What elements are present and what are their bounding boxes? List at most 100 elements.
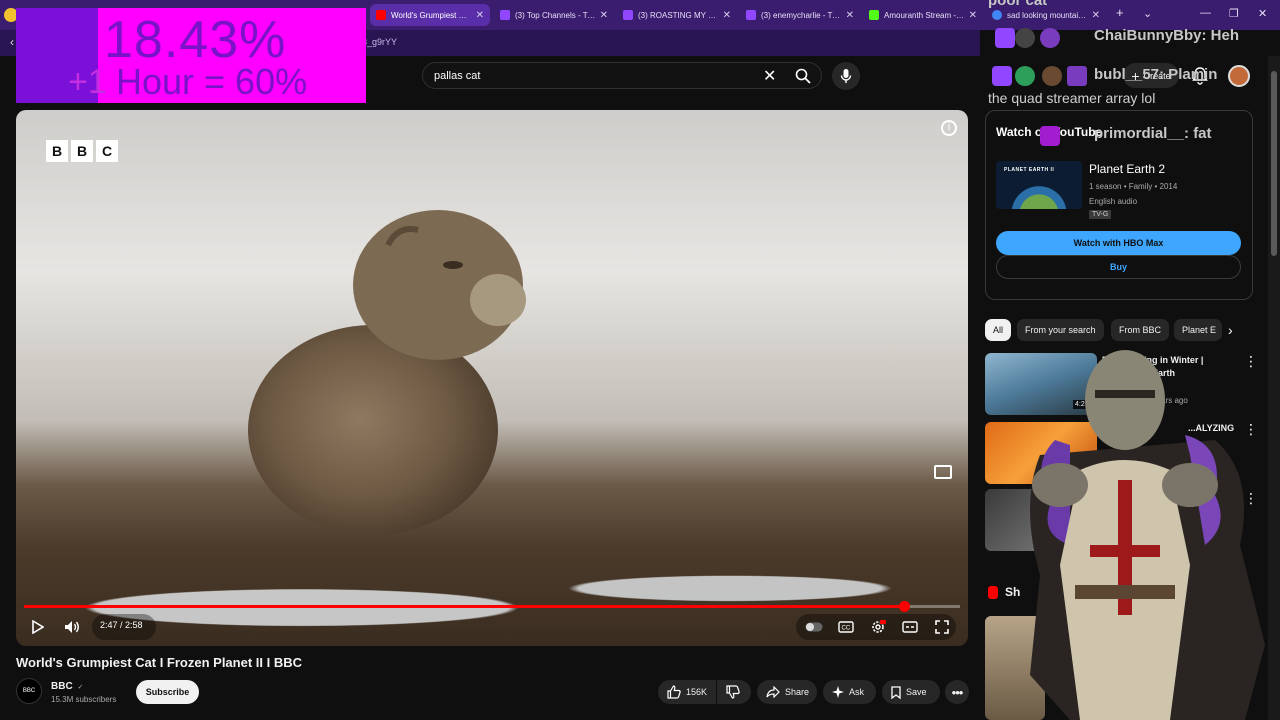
- progress-scrubber[interactable]: [898, 601, 910, 612]
- chip-all[interactable]: All: [985, 319, 1012, 341]
- chat-badge-icon: [1042, 66, 1062, 86]
- subscribe-button[interactable]: Subscribe: [136, 680, 199, 704]
- chat-badge-icon: [1015, 28, 1035, 48]
- tab-title: (3) enemycharlie - Twitc: [761, 10, 842, 20]
- fullscreen-icon: [935, 620, 949, 634]
- show-title[interactable]: Planet Earth 2: [1089, 162, 1165, 176]
- verified-badge-icon: ✓: [77, 684, 84, 691]
- watch-with-hbo-max-button[interactable]: Watch with HBO Max: [996, 231, 1241, 255]
- tab-amouranth[interactable]: Amouranth Stream - W ✕: [863, 4, 983, 26]
- close-tab-icon[interactable]: ✕: [600, 10, 608, 21]
- settings-button[interactable]: [866, 614, 890, 640]
- chat-username-message: primordial__: fat: [1094, 125, 1212, 142]
- close-tab-icon[interactable]: ✕: [723, 10, 731, 21]
- more-actions-button[interactable]: •••: [945, 680, 969, 704]
- twitch-icon: [500, 10, 510, 20]
- miniplayer-icon[interactable]: [934, 465, 952, 479]
- kick-icon: [869, 10, 879, 20]
- like-button[interactable]: 156K: [658, 680, 716, 704]
- chevron-right-icon[interactable]: ›: [1228, 322, 1233, 338]
- chip-from-your-search[interactable]: From your search: [1017, 319, 1104, 341]
- share-button[interactable]: Share: [757, 680, 817, 704]
- restore-icon[interactable]: ❐: [1229, 7, 1239, 20]
- close-window-icon[interactable]: ✕: [1258, 7, 1267, 20]
- user-avatar[interactable]: [1228, 65, 1250, 87]
- search-query[interactable]: pallas cat: [434, 70, 480, 82]
- search-icon[interactable]: [795, 68, 811, 84]
- gear-icon: [872, 620, 886, 633]
- thumbs-down-icon: [726, 685, 740, 699]
- channel-name[interactable]: BBC ✓: [51, 681, 83, 692]
- search-input[interactable]: pallas cat ✕: [422, 62, 822, 89]
- tab-worlds-grumpiest-cat[interactable]: World's Grumpiest Cat I ✕: [370, 4, 490, 26]
- captions-icon: CC: [838, 621, 854, 633]
- close-tab-icon[interactable]: ✕: [476, 10, 484, 21]
- volume-icon: [65, 621, 79, 633]
- channel-avatar[interactable]: BBC: [16, 678, 42, 704]
- bbc-logo: B B C: [46, 140, 118, 162]
- planet-earth-thumbnail[interactable]: PLANET EARTH II: [996, 161, 1082, 209]
- progress-fill: [24, 605, 904, 608]
- stream-percent-overlay: 18.43% +1 Hour = 60%: [16, 8, 366, 103]
- ask-button[interactable]: Ask: [823, 680, 876, 704]
- twitch-icon: [746, 10, 756, 20]
- tab-search-chevron-icon[interactable]: ⌄: [1143, 7, 1152, 20]
- share-label: Share: [785, 687, 810, 697]
- video-time: 2:47 / 2:58: [100, 620, 143, 630]
- tab-enemycharlie[interactable]: (3) enemycharlie - Twitc ✕: [740, 4, 860, 26]
- minimize-icon[interactable]: —: [1200, 7, 1211, 19]
- chat-badge-icon: [1015, 66, 1035, 86]
- overlay-hour-text: Hour = 60%: [116, 61, 308, 102]
- save-label: Save: [906, 687, 927, 697]
- voice-search-button[interactable]: [832, 62, 860, 90]
- clear-search-icon[interactable]: ✕: [763, 66, 776, 86]
- info-icon[interactable]: i: [941, 120, 957, 136]
- knight-avatar-overlay: [1030, 350, 1265, 720]
- fullscreen-button[interactable]: [930, 614, 954, 640]
- page-scrollbar[interactable]: [1268, 56, 1280, 720]
- brand-letter: B: [71, 140, 93, 162]
- play-button[interactable]: [26, 614, 50, 640]
- dislike-button[interactable]: [717, 680, 751, 704]
- ask-label: Ask: [849, 687, 865, 697]
- buy-button[interactable]: Buy: [996, 255, 1241, 279]
- chip-planet-earth[interactable]: Planet E: [1174, 319, 1222, 341]
- chat-username-message: ChaiBunnyBby: Heh: [1094, 27, 1240, 44]
- volume-button[interactable]: [60, 614, 84, 640]
- new-tab-button[interactable]: +: [1116, 5, 1124, 20]
- chip-from-bbc[interactable]: From BBC: [1111, 319, 1170, 341]
- close-tab-icon[interactable]: ✕: [1092, 10, 1100, 21]
- show-meta: 1 season • Family • 2014: [1089, 182, 1178, 191]
- bookmark-icon: [891, 685, 901, 699]
- tab-top-channels[interactable]: (3) Top Channels - Twitc ✕: [494, 4, 614, 26]
- autoplay-toggle[interactable]: [802, 614, 826, 640]
- back-arrow-icon[interactable]: ‹: [10, 35, 14, 49]
- theater-mode-button[interactable]: [898, 614, 922, 640]
- subscriber-count: 15.3M subscribers: [51, 695, 117, 704]
- chat-message: the quad streamer array lol: [988, 90, 1156, 106]
- video-player[interactable]: B B C i 2:47 / 2:58 CC: [16, 110, 968, 646]
- twitch-icon: [623, 10, 633, 20]
- theater-mode-icon: [902, 621, 918, 633]
- url-text: 3_g9rYY: [362, 37, 398, 47]
- scrollbar-thumb[interactable]: [1271, 71, 1277, 256]
- video-progress-bar[interactable]: [24, 601, 960, 612]
- close-tab-icon[interactable]: ✕: [969, 10, 977, 21]
- play-icon: [32, 620, 44, 634]
- tab-title: World's Grumpiest Cat I: [391, 10, 472, 20]
- like-count: 156K: [686, 687, 708, 697]
- google-icon: [992, 10, 1002, 20]
- thumbnail-label: PLANET EARTH II: [1004, 167, 1055, 173]
- sparkle-icon: [832, 686, 844, 698]
- chat-badge-icon: [1040, 126, 1060, 146]
- captions-button[interactable]: CC: [834, 614, 858, 640]
- microphone-icon: [840, 69, 852, 83]
- chat-badge-icon: [1040, 28, 1060, 48]
- tab-roasting[interactable]: (3) ROASTING MY TIM F ✕: [617, 4, 737, 26]
- brand-letter: B: [46, 140, 68, 162]
- shorts-icon: [988, 586, 998, 599]
- tab-title: (3) ROASTING MY TIM F: [638, 10, 719, 20]
- close-tab-icon[interactable]: ✕: [846, 10, 854, 21]
- save-button[interactable]: Save: [882, 680, 940, 704]
- show-audio: English audio: [1089, 197, 1138, 206]
